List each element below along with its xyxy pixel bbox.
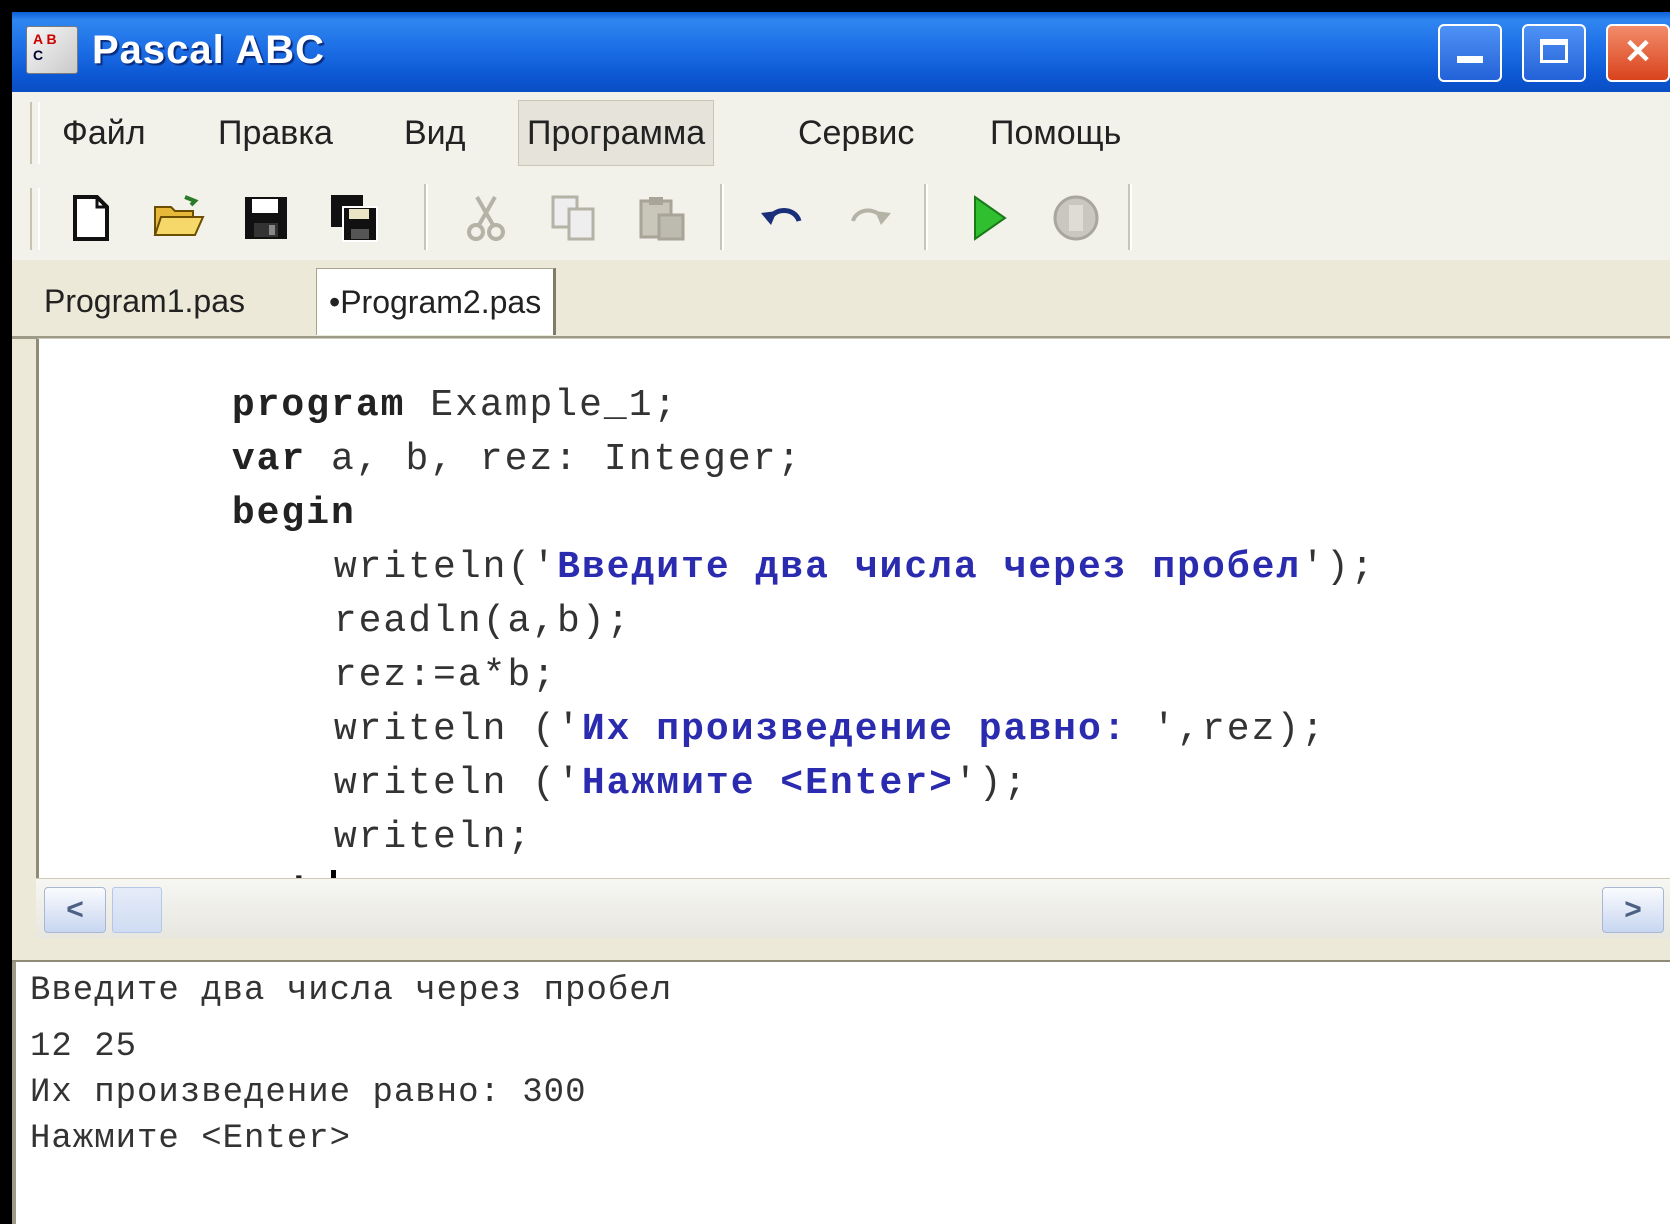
open-folder-icon xyxy=(153,195,205,236)
toolbar-grip[interactable] xyxy=(30,188,40,250)
minimize-icon xyxy=(1457,56,1483,63)
app-icon-text-top: A B xyxy=(33,31,57,47)
code-text: a, b, rez: Integer; xyxy=(306,438,803,481)
undo-icon xyxy=(761,208,802,225)
menu-view[interactable]: Вид xyxy=(404,108,466,158)
maximize-button[interactable] xyxy=(1522,24,1586,82)
code-text: writeln; xyxy=(333,816,533,859)
toolbar-separator xyxy=(1128,184,1132,250)
new-file-button[interactable] xyxy=(58,188,122,248)
chevron-right-icon: > xyxy=(1624,893,1642,926)
menu-help[interactable]: Помощь xyxy=(990,108,1121,158)
scroll-left-button[interactable]: < xyxy=(44,887,106,933)
cut-icon xyxy=(467,196,505,241)
save-all-icon xyxy=(331,195,378,242)
output-panel[interactable]: Введите два числа через пробел 12 25 Их … xyxy=(12,962,1670,1224)
chevron-left-icon: < xyxy=(66,893,84,926)
code-text: '); xyxy=(953,762,1029,805)
output-line: Нажмите <Enter> xyxy=(30,1120,352,1158)
toolbar-separator xyxy=(720,184,724,250)
undo-button[interactable] xyxy=(750,188,814,248)
toolbar xyxy=(12,174,1670,260)
paste-button[interactable] xyxy=(630,188,694,248)
run-icon xyxy=(974,195,1007,241)
string-literal: Нажмите <Enter> xyxy=(581,762,954,805)
toolbar-separator xyxy=(924,184,928,250)
save-icon xyxy=(245,197,287,239)
redo-icon xyxy=(851,208,891,225)
close-button[interactable]: ✕ xyxy=(1606,24,1670,82)
new-file-icon xyxy=(73,195,109,241)
title-bar[interactable]: A B C Pascal ABC ✕ xyxy=(12,12,1670,92)
copy-button[interactable] xyxy=(542,188,606,248)
stop-button[interactable] xyxy=(1044,188,1108,248)
string-literal: Введите два числа через пробел xyxy=(557,546,1302,589)
file-tabs: Program1.pas •Program2.pas xyxy=(12,260,1670,339)
panel-splitter[interactable] xyxy=(12,938,1670,962)
menu-service[interactable]: Сервис xyxy=(798,108,914,158)
menu-file[interactable]: Файл xyxy=(62,108,146,158)
output-line: Введите два числа через пробел xyxy=(30,972,673,1010)
cut-button[interactable] xyxy=(454,188,518,248)
save-all-button[interactable] xyxy=(322,188,386,248)
toolbar-separator xyxy=(424,184,428,250)
save-button[interactable] xyxy=(234,188,298,248)
pascal-abc-window: A B C Pascal ABC ✕ Файл Правка Вид Прогр… xyxy=(12,12,1670,1224)
tab-program2[interactable]: •Program2.pas xyxy=(316,268,557,335)
code-text: ',rez); xyxy=(1152,708,1327,751)
open-file-button[interactable] xyxy=(146,188,210,248)
app-icon-text-bottom: C xyxy=(33,47,44,63)
maximize-icon xyxy=(1540,39,1568,63)
output-line: Их произведение равно: 300 xyxy=(30,1074,587,1112)
horizontal-scrollbar[interactable]: < > xyxy=(36,878,1670,939)
scroll-right-button[interactable]: > xyxy=(1602,887,1664,933)
menu-bar: Файл Правка Вид Программа Сервис Помощь xyxy=(12,92,1670,175)
run-button[interactable] xyxy=(956,188,1020,248)
menu-grip[interactable] xyxy=(30,102,40,164)
scrollbar-thumb[interactable] xyxy=(112,887,162,933)
pascal-abc-app-icon: A B C xyxy=(26,26,78,74)
menu-program[interactable]: Программа xyxy=(518,100,715,166)
menu-edit[interactable]: Правка xyxy=(218,108,333,158)
window-title: Pascal ABC xyxy=(92,28,326,72)
paste-icon xyxy=(639,197,685,241)
copy-icon xyxy=(551,195,595,241)
stop-icon xyxy=(1053,195,1099,241)
output-line: 12 25 xyxy=(30,1028,138,1066)
minimize-button[interactable] xyxy=(1438,24,1502,82)
close-icon: ✕ xyxy=(1623,33,1653,71)
redo-button[interactable] xyxy=(838,188,902,248)
code-editor[interactable]: program Example_1; var a, b, rez: Intege… xyxy=(36,338,1670,916)
tab-program1[interactable]: Program1.pas xyxy=(32,268,257,334)
code-text: '); xyxy=(1301,546,1376,589)
